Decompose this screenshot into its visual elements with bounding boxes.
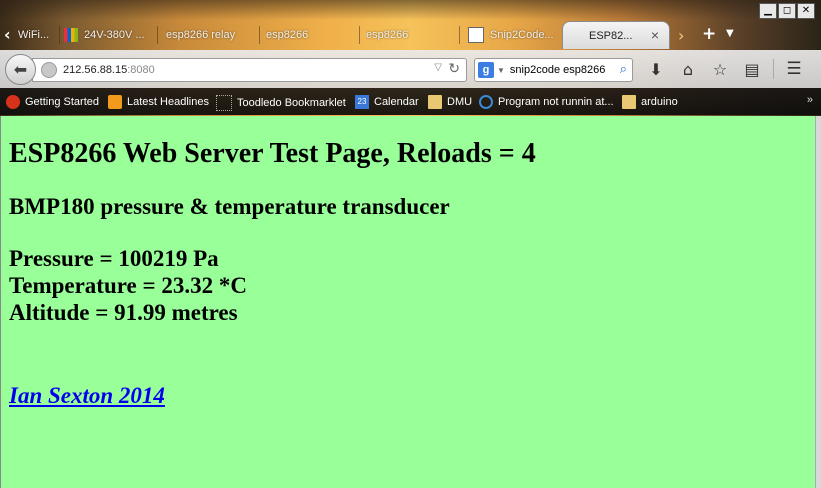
search-input[interactable]: snip2code esp8266 bbox=[510, 64, 605, 76]
download-icon[interactable]: ⬇ bbox=[640, 58, 672, 80]
tab-relay-module[interactable]: 24V-380V ... bbox=[64, 21, 158, 49]
bookmark-toodledo[interactable]: Toodledo Bookmarklet bbox=[216, 95, 346, 111]
tab-label: ESP82... bbox=[589, 29, 633, 42]
reload-icon[interactable]: ↻ bbox=[448, 60, 460, 77]
bookmarklet-icon bbox=[216, 95, 232, 111]
menu-hamburger-icon[interactable]: ☰ bbox=[780, 58, 808, 80]
tab-label: WiFi... bbox=[18, 29, 50, 41]
bookmark-label: arduino bbox=[641, 96, 678, 108]
page-title: ESP8266 Web Server Test Page, Reloads = … bbox=[9, 138, 536, 169]
folder-icon bbox=[428, 95, 442, 109]
folder-icon bbox=[622, 95, 636, 109]
site-identity-icon[interactable] bbox=[41, 62, 57, 78]
bookmark-arduino[interactable]: arduino bbox=[622, 95, 678, 109]
tab-label: esp8266 bbox=[266, 29, 309, 41]
page-subtitle: BMP180 pressure & temperature transducer bbox=[9, 194, 450, 219]
url-history-dropdown-icon[interactable]: ▽ bbox=[434, 62, 442, 73]
bookmark-getting-started[interactable]: Getting Started bbox=[6, 95, 99, 109]
list-all-tabs-icon[interactable]: ▼ bbox=[726, 28, 734, 39]
author-link[interactable]: Ian Sexton 2014 bbox=[9, 383, 165, 409]
firefox-icon bbox=[6, 95, 20, 109]
altitude-reading: Altitude = 91.99 metres bbox=[9, 300, 238, 325]
tab-wifi[interactable]: WiFi... bbox=[18, 21, 60, 49]
toolbar-divider bbox=[773, 59, 774, 79]
tab-esp8266-relay[interactable]: esp8266 relay bbox=[166, 21, 260, 49]
tab-label: Snip2Code... bbox=[490, 29, 554, 41]
bookmark-program-not-running[interactable]: Program not runnin at... bbox=[479, 95, 614, 109]
google-icon[interactable]: g bbox=[478, 62, 494, 78]
navigation-toolbar: 212.56.88.15:8080 ▽ ↻ ⬅ g ▼ snip2code es… bbox=[0, 50, 821, 88]
bookmark-star-icon[interactable]: ☆ bbox=[704, 58, 736, 80]
bookmark-label: Calendar bbox=[374, 96, 419, 108]
rss-icon bbox=[108, 95, 122, 109]
home-icon[interactable]: ⌂ bbox=[672, 58, 704, 80]
url-bar[interactable]: 212.56.88.15:8080 ▽ ↻ bbox=[32, 58, 467, 82]
url-host: 212.56.88.15 bbox=[63, 64, 128, 76]
tab-esp8266-active[interactable]: ESP82... × bbox=[562, 21, 670, 49]
back-button[interactable]: ⬅ bbox=[5, 54, 36, 85]
ebay-icon bbox=[64, 28, 78, 42]
window-right-edge bbox=[815, 116, 821, 488]
tab-close-icon[interactable]: × bbox=[651, 27, 659, 43]
bookmark-label: Program not runnin at... bbox=[498, 96, 614, 108]
search-engine-dropdown-icon[interactable]: ▼ bbox=[497, 66, 505, 75]
back-arrow-icon: ⬅ bbox=[13, 60, 28, 79]
page-icon bbox=[479, 95, 493, 109]
tab-label: esp8266 bbox=[366, 29, 409, 41]
bookmarks-overflow-icon[interactable]: » bbox=[807, 94, 813, 106]
calendar-icon: 23 bbox=[355, 95, 369, 109]
bookmark-latest-headlines[interactable]: Latest Headlines bbox=[108, 95, 209, 109]
tab-label: 24V-380V ... bbox=[84, 29, 145, 41]
restore-button[interactable]: ◻ bbox=[778, 3, 796, 19]
tab-strip: WiFi... 24V-380V ... esp8266 relay esp82… bbox=[0, 19, 821, 50]
bookmark-calendar[interactable]: 23 Calendar bbox=[355, 95, 419, 109]
minimize-button[interactable]: ▁ bbox=[759, 3, 777, 19]
search-icon[interactable]: ⌕ bbox=[620, 61, 627, 77]
tab-label: esp8266 relay bbox=[166, 29, 236, 41]
snip2code-icon bbox=[468, 27, 484, 43]
tab-snip2code[interactable]: Snip2Code... bbox=[468, 21, 558, 49]
bookmarks-menu-icon[interactable]: ▤ bbox=[736, 58, 768, 80]
scroll-tabs-right-icon[interactable]: › bbox=[678, 26, 684, 45]
window-controls: ▁ ◻ ✕ bbox=[759, 3, 815, 19]
toolbar-icons: ⬇ ⌂ ☆ ▤ bbox=[640, 58, 768, 80]
pressure-reading: Pressure = 100219 Pa bbox=[9, 246, 219, 271]
search-bar[interactable]: g ▼ snip2code esp8266 ⌕ bbox=[474, 58, 633, 82]
bookmark-label: Toodledo Bookmarklet bbox=[237, 97, 346, 109]
bookmark-dmu[interactable]: DMU bbox=[428, 95, 472, 109]
bookmarks-toolbar: Getting Started Latest Headlines Toodled… bbox=[0, 88, 821, 115]
new-tab-icon[interactable]: + bbox=[702, 24, 716, 44]
temperature-reading: Temperature = 23.32 *C bbox=[9, 273, 247, 298]
tab-esp8266-a[interactable]: esp8266 bbox=[266, 21, 360, 49]
scroll-tabs-left-icon[interactable]: ‹ bbox=[4, 25, 11, 44]
bookmark-label: DMU bbox=[447, 96, 473, 108]
tab-esp8266-b[interactable]: esp8266 bbox=[366, 21, 460, 49]
bookmark-label: Latest Headlines bbox=[127, 96, 209, 108]
page-content: ESP8266 Web Server Test Page, Reloads = … bbox=[0, 116, 817, 488]
url-port: :8080 bbox=[127, 64, 155, 76]
bookmark-label: Getting Started bbox=[25, 96, 99, 108]
close-button[interactable]: ✕ bbox=[797, 3, 815, 19]
